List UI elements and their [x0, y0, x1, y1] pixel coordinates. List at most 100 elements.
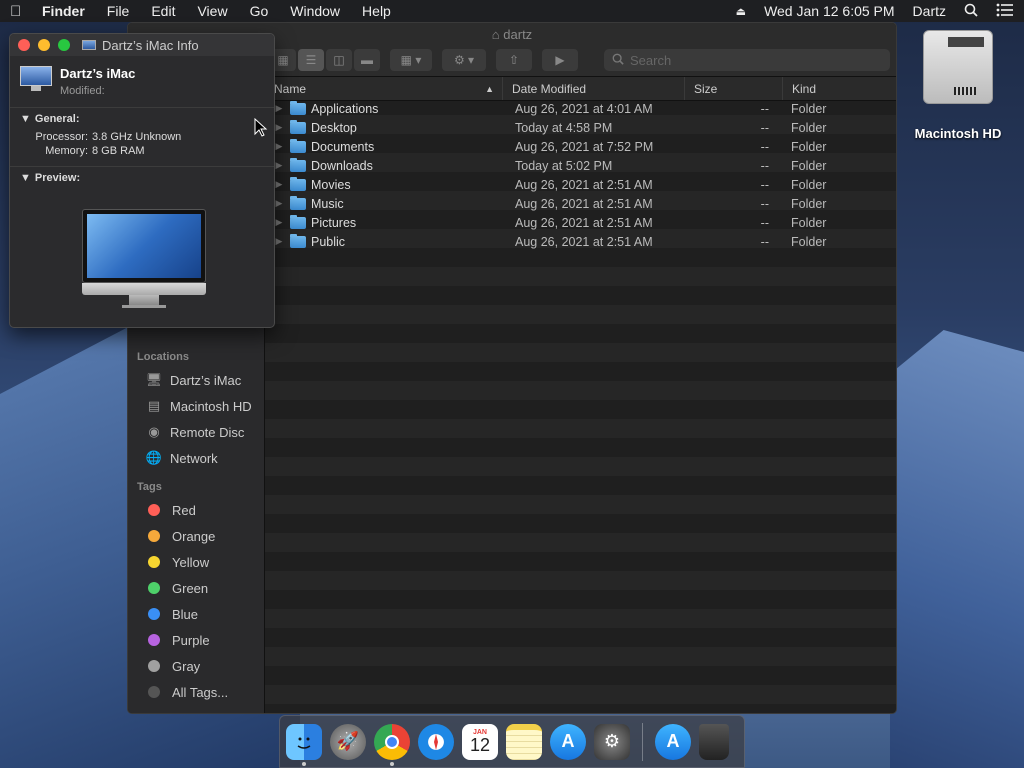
chrome-icon[interactable] — [374, 723, 410, 766]
menu-window[interactable]: Window — [290, 3, 340, 19]
desktop-macintosh-hd[interactable]: Macintosh HD — [905, 30, 1011, 141]
close-button[interactable] — [18, 39, 30, 51]
imac-icon — [20, 66, 52, 92]
notes-icon[interactable] — [506, 723, 542, 760]
sidebar-tag-label: Orange — [172, 528, 216, 544]
file-name: Downloads — [311, 158, 373, 173]
sidebar-tag-label: Yellow — [172, 554, 210, 570]
safari-icon[interactable] — [418, 723, 454, 760]
sidebar-tag-alltags[interactable]: All Tags... — [128, 679, 264, 705]
menu-file[interactable]: File — [107, 3, 130, 19]
file-size: -- — [760, 101, 769, 116]
tag-color-dot-icon — [148, 582, 160, 594]
table-row[interactable]: ▶ Downloads Today at 5:02 PM -- Folder — [265, 156, 896, 175]
processor-label: Processor: — [35, 131, 88, 143]
sidebar-tag-purple[interactable]: Purple — [128, 627, 264, 653]
sidebar-section-locations: Locations — [137, 351, 189, 363]
table-row[interactable]: ▶ Public Aug 26, 2021 at 2:51 AM -- Folder — [265, 232, 896, 251]
sidebar-tag-yellow[interactable]: Yellow — [128, 549, 264, 575]
folder-icon — [290, 214, 306, 229]
calendar-icon[interactable]: JAN 12 — [462, 723, 498, 760]
sidebar-tag-gray[interactable]: Gray — [128, 653, 264, 679]
finder-icon[interactable] — [286, 723, 322, 766]
column-header-kind[interactable]: Kind — [783, 77, 896, 100]
zoom-button[interactable] — [58, 39, 70, 51]
file-size: -- — [760, 120, 769, 135]
file-size: -- — [760, 139, 769, 154]
system-preferences-icon[interactable]: ⚙ — [594, 723, 630, 760]
table-row[interactable]: ▶ Desktop Today at 4:58 PM -- Folder — [265, 118, 896, 137]
info-title: Dartz’s iMac Info — [102, 37, 199, 53]
file-date: Aug 26, 2021 at 2:51 AM — [515, 234, 653, 249]
sidebar-tag-blue[interactable]: Blue — [128, 601, 264, 627]
memory-label: Memory: — [45, 145, 88, 157]
table-row[interactable]: ▶ Movies Aug 26, 2021 at 2:51 AM -- Folder — [265, 175, 896, 194]
running-indicator — [302, 761, 306, 766]
column-header-name[interactable]: Name ▲ — [265, 77, 503, 100]
menu-edit[interactable]: Edit — [151, 3, 175, 19]
file-name: Applications — [311, 101, 379, 116]
app-store-icon[interactable]: A — [655, 723, 691, 760]
eject-icon[interactable]: ⏏ — [736, 5, 746, 18]
app-store-icon[interactable]: A — [550, 723, 586, 760]
folder-icon — [290, 195, 306, 210]
minimize-button[interactable] — [38, 39, 50, 51]
gallery-icon: ▬ — [361, 53, 373, 67]
dock-separator — [642, 722, 643, 761]
notification-center-icon[interactable] — [996, 3, 1014, 20]
launchpad-icon[interactable]: 🚀 — [330, 723, 366, 760]
info-titlebar: Dartz’s iMac Info — [10, 34, 274, 56]
sidebar-tag-orange[interactable]: Orange — [128, 523, 264, 549]
tag-color-dot-icon — [148, 686, 160, 698]
apple-menu-icon[interactable]:  — [10, 3, 32, 20]
sidebar-tag-red[interactable]: Red — [128, 497, 264, 523]
calendar-day: 12 — [469, 735, 491, 755]
table-row[interactable]: ▶ Pictures Aug 26, 2021 at 2:51 AM -- Folder — [265, 213, 896, 232]
gallery-view-button[interactable]: ▬ — [354, 49, 380, 71]
menu-help[interactable]: Help — [362, 3, 391, 19]
share-button[interactable]: ⇧ — [496, 49, 532, 71]
sidebar-item-label: Macintosh HD — [170, 398, 252, 414]
table-row[interactable]: ▶ Music Aug 26, 2021 at 2:51 AM -- Folder — [265, 194, 896, 213]
search-input[interactable]: Search — [604, 49, 890, 71]
sidebar-item-network[interactable]: 🌐 Network — [128, 445, 264, 471]
menu-view[interactable]: View — [197, 3, 227, 19]
group-by-button[interactable]: ▦ ▾ — [390, 49, 432, 71]
file-kind: Folder — [791, 234, 827, 249]
general-section-toggle[interactable]: ▼ General: — [10, 108, 274, 130]
sidebar-tag-label: Red — [172, 502, 196, 518]
sidebar-item-dartz-imac[interactable]: 🖥 Dartz’s iMac — [128, 367, 264, 393]
menu-app-finder[interactable]: Finder — [42, 3, 85, 19]
disclosure-triangle-icon: ▼ — [20, 113, 31, 125]
file-date: Aug 26, 2021 at 7:52 PM — [515, 139, 654, 154]
tag-color-dot-icon — [148, 504, 160, 516]
table-row[interactable]: ▶ Applications Aug 26, 2021 at 4:01 AM -- Fo… — [265, 99, 896, 118]
search-placeholder: Search — [630, 52, 672, 68]
sort-ascending-icon: ▲ — [485, 83, 494, 94]
sidebar-item-macintosh-hd[interactable]: ▤ Macintosh HD — [128, 393, 264, 419]
home-icon: ⌂ — [491, 27, 500, 42]
action-button[interactable]: ⚙ ▾ — [442, 49, 486, 71]
folder-icon — [290, 157, 306, 172]
file-name: Public — [311, 234, 346, 249]
preview-section-toggle[interactable]: ▼ Preview: — [10, 167, 274, 189]
menu-user[interactable]: Dartz — [913, 3, 946, 19]
column-view-button[interactable]: ◫ — [326, 49, 352, 71]
file-date: Aug 26, 2021 at 2:51 AM — [515, 177, 653, 192]
column-header-date[interactable]: Date Modified — [503, 77, 685, 100]
hard-drive-icon: ▤ — [147, 398, 161, 413]
trash-icon[interactable] — [699, 723, 729, 760]
folder-icon — [290, 138, 306, 153]
column-header-size[interactable]: Size — [685, 77, 783, 100]
file-kind: Folder — [791, 158, 827, 173]
menu-go[interactable]: Go — [250, 3, 269, 19]
table-row[interactable]: ▶ Documents Aug 26, 2021 at 7:52 PM -- Folde… — [265, 137, 896, 156]
spotlight-search-icon[interactable] — [964, 3, 978, 20]
menu-clock[interactable]: Wed Jan 12 6:05 PM — [764, 3, 894, 19]
sidebar-item-remote-disc[interactable]: ◉ Remote Disc — [128, 419, 264, 445]
sidebar-tag-green[interactable]: Green — [128, 575, 264, 601]
list-view-button[interactable]: ☰ — [298, 49, 324, 71]
file-name: Documents — [311, 139, 375, 154]
tag-button[interactable]: ▶ — [542, 49, 578, 71]
list-icon: ☰ — [305, 53, 317, 67]
